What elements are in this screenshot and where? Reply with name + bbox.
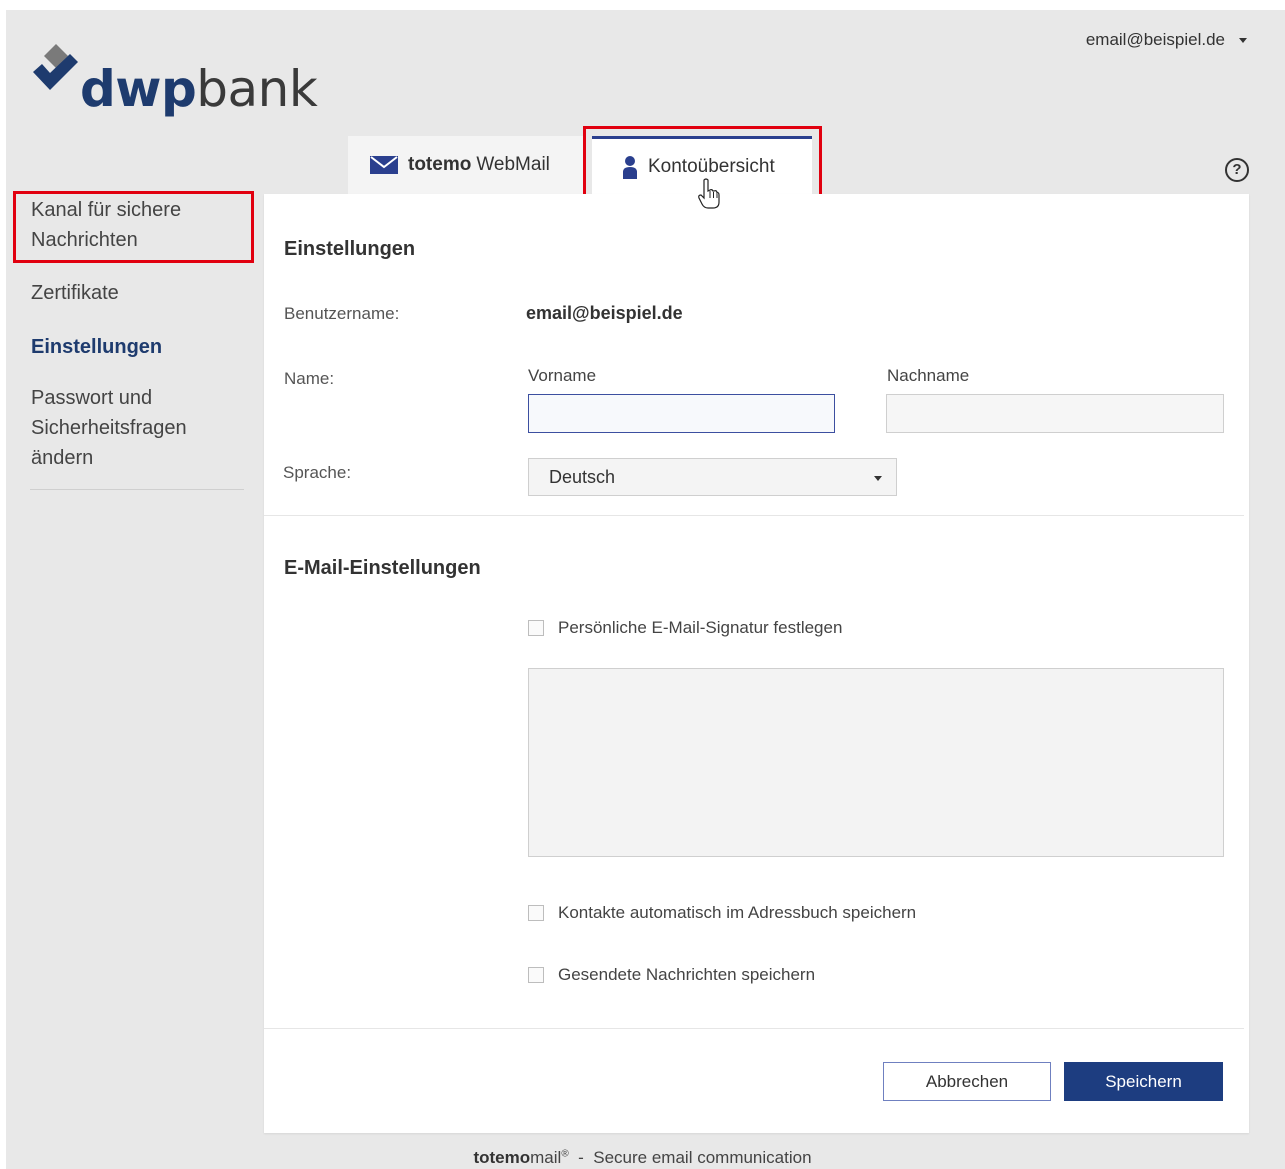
contacts-checkbox[interactable] (528, 905, 544, 921)
logo-diamond-icon (33, 44, 78, 90)
sidebar-divider (30, 489, 244, 490)
settings-title: Einstellungen (284, 238, 416, 260)
username-label: Benutzername: (284, 304, 400, 323)
logo-dwp: dwp (80, 60, 197, 118)
language-select-value: Deutsch (549, 466, 616, 487)
language-label: Sprache: (283, 463, 352, 482)
signature-checkbox-row[interactable]: Persönliche E-Mail-Signatur festlegen (528, 618, 842, 638)
sidebar-item-certificates[interactable]: Zertifikate (31, 278, 119, 308)
footer-separator: - (578, 1148, 584, 1167)
contacts-checkbox-label: Kontakte automatisch im Adressbuch speic… (558, 903, 917, 922)
sent-checkbox-row[interactable]: Gesendete Nachrichten speichern (528, 965, 815, 985)
tab-kontouebersicht-label: Kontoübersicht (648, 155, 775, 177)
sent-checkbox[interactable] (528, 967, 544, 983)
footer: totemomail® - Secure email communication (0, 1148, 1285, 1168)
save-button[interactable]: Speichern (1064, 1062, 1223, 1101)
logo-text: dwpbank (80, 64, 318, 114)
sidebar-item-settings[interactable]: Einstellungen (31, 332, 162, 362)
tab-webmail-brand: totemo (408, 154, 472, 175)
settings-panel: Einstellungen Benutzername: email@beispi… (264, 194, 1249, 1133)
lastname-label: Nachname (887, 366, 970, 385)
user-email: email@beispiel.de (1085, 30, 1225, 49)
tab-webmail-label: WebMail (476, 154, 550, 175)
user-menu[interactable]: email@beispiel.de (1086, 30, 1247, 50)
footer-brand-bold: totemo (473, 1148, 531, 1167)
footer-brand-light: mail (530, 1148, 562, 1167)
sidebar-item-password[interactable]: Passwort und Sicherheitsfragen ändern (31, 383, 231, 473)
signature-checkbox-label: Persönliche E-Mail-Signatur festlegen (558, 618, 843, 637)
footer-tagline: Secure email communication (593, 1148, 812, 1167)
help-icon[interactable]: ? (1225, 158, 1249, 182)
envelope-icon (370, 156, 398, 174)
contacts-checkbox-row[interactable]: Kontakte automatisch im Adressbuch speic… (528, 903, 916, 923)
firstname-label: Vorname (528, 366, 597, 385)
signature-textarea[interactable] (528, 668, 1224, 857)
lastname-field[interactable] (886, 394, 1224, 433)
firstname-field[interactable] (528, 394, 835, 433)
username-value: email@beispiel.de (526, 303, 683, 323)
cancel-button[interactable]: Abbrechen (883, 1062, 1051, 1101)
footer-divider (264, 1028, 1244, 1029)
name-label: Name: (284, 369, 335, 388)
chevron-down-icon (1239, 37, 1247, 43)
tab-webmail[interactable]: totemo WebMail (348, 136, 584, 194)
chevron-down-icon (874, 476, 882, 481)
sidebar-item-secure-channel[interactable]: Kanal für sichere Nachrichten (31, 195, 231, 255)
footer-registered: ® (561, 1148, 569, 1160)
logo-bank: bank (196, 60, 318, 118)
hand-cursor-icon (698, 178, 720, 209)
language-select[interactable]: Deutsch (528, 458, 897, 496)
user-icon (622, 155, 638, 179)
sent-checkbox-label: Gesendete Nachrichten speichern (558, 965, 816, 984)
email-settings-title: E-Mail-Einstellungen (284, 557, 481, 579)
section-divider (264, 515, 1244, 516)
dwpbank-logo: dwpbank (30, 42, 318, 122)
signature-checkbox[interactable] (528, 620, 544, 636)
